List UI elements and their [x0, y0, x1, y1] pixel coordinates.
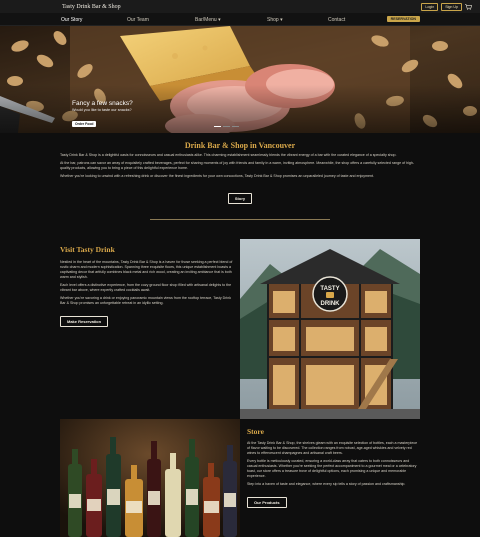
- nav-shop[interactable]: Shop ▾: [267, 17, 283, 23]
- hero-carousel[interactable]: Fancy a few snacks? Would you like to ta…: [0, 26, 480, 133]
- visit-title: Visit Tasty Drink: [60, 245, 115, 254]
- carousel-dot[interactable]: [232, 126, 239, 127]
- section-divider: [150, 219, 330, 220]
- carousel-dot[interactable]: [223, 126, 230, 127]
- store-paragraph: At the Tasty Drink Bar & Shop, the shelv…: [247, 441, 418, 455]
- about-paragraph: Whether you're looking to unwind with a …: [60, 174, 375, 178]
- about-section: Drink Bar & Shop in Vancouver Tasty Drin…: [0, 133, 480, 220]
- order-food-button[interactable]: Order Food: [72, 121, 97, 127]
- store-paragraph: Step into a haven of taste and elegance,…: [247, 482, 406, 486]
- store-title: Store: [247, 427, 264, 436]
- visit-paragraph: Nestled in the heart of the mountains, T…: [60, 260, 233, 279]
- sign-text-top: TASTY: [320, 286, 339, 292]
- sign-text-bottom: DRINK: [321, 301, 341, 307]
- store-section: Store At the Tasty Drink Bar & Shop, the…: [60, 419, 420, 537]
- carousel-indicators: [214, 126, 239, 127]
- building-image: TASTY DRINK: [240, 239, 420, 419]
- carousel-dot[interactable]: [214, 126, 221, 127]
- store-paragraph: Every bottle is meticulously curated, en…: [247, 459, 417, 478]
- hero-title: Fancy a few snacks?: [72, 100, 133, 107]
- about-paragraph: Tasty Drink Bar & Shop is a delightful o…: [60, 153, 397, 157]
- hero-subtitle: Would you like to taste our snacks?: [72, 108, 132, 112]
- make-reservation-button[interactable]: Make Reservation: [60, 316, 109, 327]
- main-nav: Our Story Our Team Bar/Menu ▾ Shop ▾ Con…: [0, 13, 480, 26]
- visit-paragraph: Whether you're savoring a drink or enjoy…: [60, 296, 232, 305]
- top-bar: Tasty Drink Bar & Shop Login Sign Up: [0, 0, 480, 13]
- nav-bar-menu[interactable]: Bar/Menu ▾: [195, 17, 221, 23]
- nav-our-team[interactable]: Our Team: [127, 17, 149, 23]
- nav-contact[interactable]: Contact: [328, 17, 345, 23]
- visit-section: Visit Tasty Drink Nestled in the heart o…: [60, 239, 420, 419]
- cart-icon[interactable]: [465, 3, 472, 10]
- account-actions: Login Sign Up: [421, 2, 472, 11]
- brand-name[interactable]: Tasty Drink Bar & Shop: [62, 4, 121, 10]
- visit-paragraph: Each level offers a distinctive experien…: [60, 283, 232, 292]
- story-button[interactable]: Story: [227, 193, 253, 204]
- our-products-button[interactable]: Our Products: [247, 497, 287, 508]
- signup-button[interactable]: Sign Up: [441, 2, 462, 11]
- reservation-button[interactable]: RESERVATION: [386, 16, 420, 22]
- nav-our-story[interactable]: Our Story: [61, 17, 82, 23]
- page: Tasty Drink Bar & Shop Login Sign Up Our…: [0, 0, 480, 537]
- hero-caption: Fancy a few snacks? Would you like to ta…: [72, 100, 133, 130]
- about-paragraph: At the bar, patrons can savor an array o…: [60, 161, 415, 170]
- about-title: Drink Bar & Shop in Vancouver: [184, 141, 296, 150]
- bottles-image: [60, 419, 240, 537]
- login-button[interactable]: Login: [421, 2, 439, 11]
